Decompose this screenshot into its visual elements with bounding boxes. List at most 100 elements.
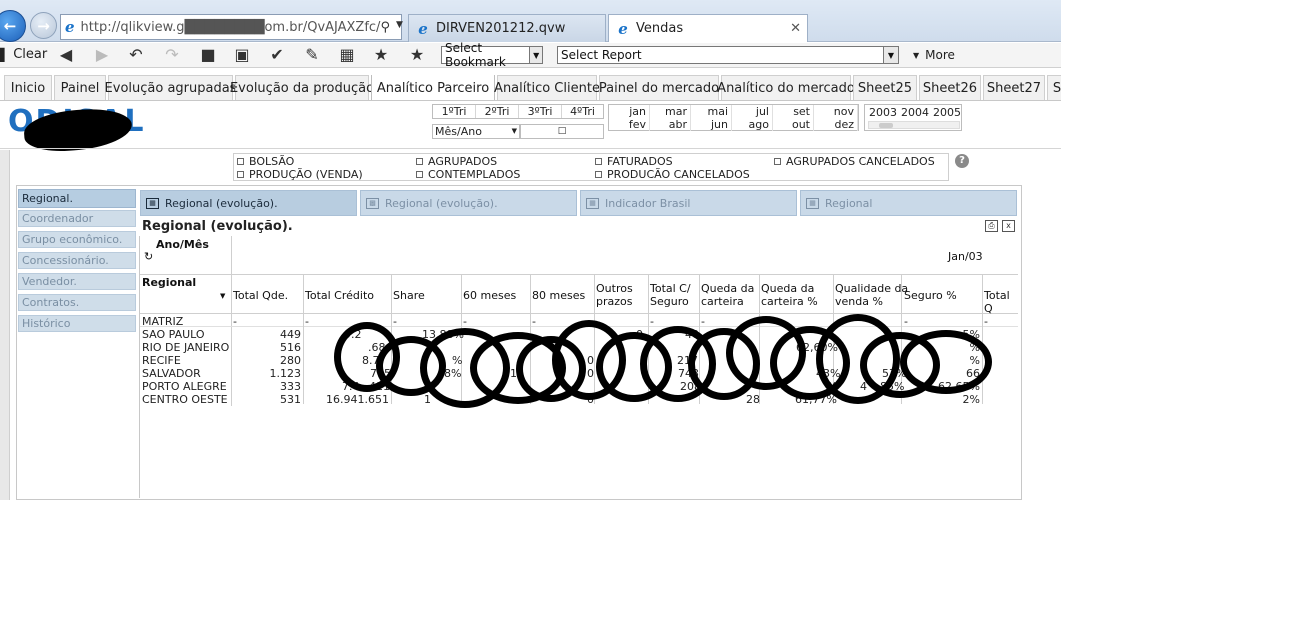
address-bar[interactable]: e http://qlikview.g████████om.br/QvAJAXZ… (60, 14, 437, 40)
month-item[interactable]: ago (732, 118, 773, 131)
year-scrollbar[interactable] (868, 121, 960, 129)
tab-sheet25[interactable]: Sheet25 (853, 75, 917, 100)
sidebar-item-coordenador[interactable]: Coordenador (18, 210, 136, 227)
bookmark-icon[interactable]: ★ (406, 45, 428, 64)
col-header[interactable]: Outros prazos (596, 282, 633, 308)
chart-icon[interactable]: ▦ (336, 45, 358, 64)
quarter-item[interactable]: 1ºTri (433, 105, 476, 118)
status-checkbox-group: BOLSÃO AGRUPADOS FATURADOS AGRUPADOS CAN… (233, 153, 949, 181)
year-item[interactable]: 2005 (931, 106, 963, 119)
col-header[interactable]: Share (393, 289, 425, 302)
quarter-item[interactable]: 4ºTri (562, 105, 603, 118)
edit-icon[interactable]: ✎ (301, 45, 323, 64)
checkbox-contemplados[interactable]: CONTEMPLADOS (416, 168, 520, 181)
tab-sheet26[interactable]: Sheet26 (919, 75, 981, 100)
bookmark-select[interactable]: Select Bookmark ▼ (441, 41, 543, 69)
chevron-down-icon[interactable]: ▼ (220, 290, 225, 303)
lock-icon[interactable]: ■ (197, 45, 219, 64)
sidebar-item-vendedor[interactable]: Vendedor. (18, 273, 136, 290)
month-item[interactable]: out (773, 118, 814, 131)
month-item[interactable]: fev (609, 118, 650, 131)
tab-analitico-cliente[interactable]: Analítico Cliente (494, 75, 600, 100)
mesano-dropdown[interactable]: Mês/Ano ▼ (432, 124, 520, 139)
month-item[interactable]: mar (650, 105, 691, 118)
more-button[interactable]: ▼ More (913, 48, 955, 62)
unlock-icon[interactable]: ▣ (231, 45, 253, 64)
scroll-thumb[interactable] (879, 123, 893, 128)
chart-tab-regional[interactable]: ▦ Regional (800, 190, 1017, 216)
back-icon[interactable]: ◀ (55, 45, 77, 64)
month-item[interactable]: abr (650, 118, 691, 131)
checkbox-faturados[interactable]: FATURADOS (595, 155, 673, 168)
tab-evolucao-agrupadas[interactable]: Evolução agrupadas (105, 75, 236, 100)
search-icon[interactable]: ⚲ (380, 20, 390, 35)
month-item[interactable]: jun (691, 118, 732, 131)
dropdown-icon[interactable]: ▼ (396, 20, 403, 35)
chevron-down-icon[interactable]: ▼ (883, 47, 898, 63)
row-header-regional[interactable]: Regional (142, 276, 196, 289)
checkbox-producao-cancelados[interactable]: PRODUCÃO CANCELADOS (595, 168, 750, 181)
browser-tab-dirven[interactable]: e DIRVEN201212.qvw (408, 14, 606, 42)
check-icon[interactable]: ✔ (266, 45, 288, 64)
tab-inicio[interactable]: Inicio (4, 75, 52, 100)
chart-tab-label: Regional (evolução). (165, 196, 278, 210)
tab-evolucao-producao[interactable]: Evolução da produção (230, 75, 374, 100)
quarter-item[interactable]: 3ºTri (519, 105, 562, 118)
sidebar-item-historico[interactable]: Histórico (18, 315, 136, 332)
chart-tab-regional-evolucao-chart[interactable]: ▩ Regional (evolução). (360, 190, 577, 216)
checkbox-producao-venda[interactable]: PRODUÇÃO (VENDA) (237, 168, 363, 181)
month-item[interactable]: nov (814, 105, 858, 118)
redo-icon[interactable]: ↷ (161, 45, 183, 64)
cycle-icon[interactable]: ↻ (144, 250, 153, 263)
month-item[interactable]: jul (732, 105, 773, 118)
dimension-header-anomes[interactable]: Ano/Mês (156, 238, 209, 251)
month-item[interactable]: set (773, 105, 814, 118)
checkbox-agrupados[interactable]: AGRUPADOS (416, 155, 497, 168)
sidebar-item-concessionario[interactable]: Concessionário. (18, 252, 136, 269)
month-item[interactable]: mai (691, 105, 732, 118)
browser-tab-vendas[interactable]: e Vendas ✕ (608, 14, 808, 42)
undo-icon[interactable]: ↶ (125, 45, 147, 64)
checkbox-agrupados-cancelados[interactable]: AGRUPADOS CANCELADOS (774, 155, 935, 168)
col-header[interactable]: Total Crédito (305, 289, 374, 302)
back-arrow-icon[interactable]: ← (0, 10, 26, 42)
col-header[interactable]: Queda da carteira % (761, 282, 818, 308)
chart-tab-indicador-brasil[interactable]: ▦ Indicador Brasil (580, 190, 797, 216)
tab-sheet27[interactable]: Sheet27 (983, 75, 1045, 100)
add-bookmark-icon[interactable]: ★ (370, 45, 392, 64)
print-icon[interactable]: ⎙ (985, 220, 998, 232)
sidebar-item-regional[interactable]: Regional. (18, 189, 136, 208)
tab-analitico-mercado[interactable]: Analítico do mercado (717, 75, 855, 100)
col-header[interactable]: Seguro % (904, 289, 957, 302)
close-icon[interactable]: ✕ (790, 21, 801, 36)
month-item[interactable]: jan (609, 105, 650, 118)
chart-tab-regional-evolucao-table[interactable]: ▦ Regional (evolução). (140, 190, 357, 216)
year-item[interactable]: 2003 (867, 106, 899, 119)
col-header[interactable]: 60 meses (463, 289, 516, 302)
col-header[interactable]: 80 meses (532, 289, 585, 302)
col-header[interactable]: Total C/ Seguro (650, 282, 691, 308)
col-header[interactable]: Queda da carteira (701, 282, 754, 308)
report-select[interactable]: Select Report ▼ (557, 46, 899, 64)
forward-arrow-icon[interactable]: → (30, 12, 57, 39)
sidebar-item-contratos[interactable]: Contratos. (18, 294, 136, 311)
cell-value: 449 (280, 328, 301, 341)
sidebar-item-grupo-economico[interactable]: Grupo econômico. (18, 231, 136, 248)
clear-button[interactable]: ▌ Clear (0, 47, 47, 62)
export-excel-icon[interactable]: x (1002, 220, 1015, 232)
col-header[interactable]: Qualidade da venda % (835, 282, 908, 308)
mesano-value-box[interactable]: □ (520, 124, 604, 139)
col-header[interactable]: Total Q (984, 289, 1018, 315)
tab-painel-mercado[interactable]: Painel do mercado (599, 75, 719, 100)
col-header[interactable]: Total Qde. (233, 289, 288, 302)
month-item[interactable]: dez (814, 118, 858, 131)
year-item[interactable]: 2004 (899, 106, 931, 119)
checkbox-bolsao[interactable]: BOLSÃO (237, 155, 294, 168)
forward-icon[interactable]: ▶ (91, 45, 113, 64)
tab-analitico-parceiro[interactable]: Analítico Parceiro (371, 75, 495, 100)
help-icon[interactable]: ? (955, 154, 969, 168)
tab-more[interactable]: S (1047, 75, 1061, 100)
tab-painel[interactable]: Painel (54, 75, 106, 100)
chevron-down-icon[interactable]: ▼ (529, 47, 542, 63)
quarter-item[interactable]: 2ºTri (476, 105, 519, 118)
